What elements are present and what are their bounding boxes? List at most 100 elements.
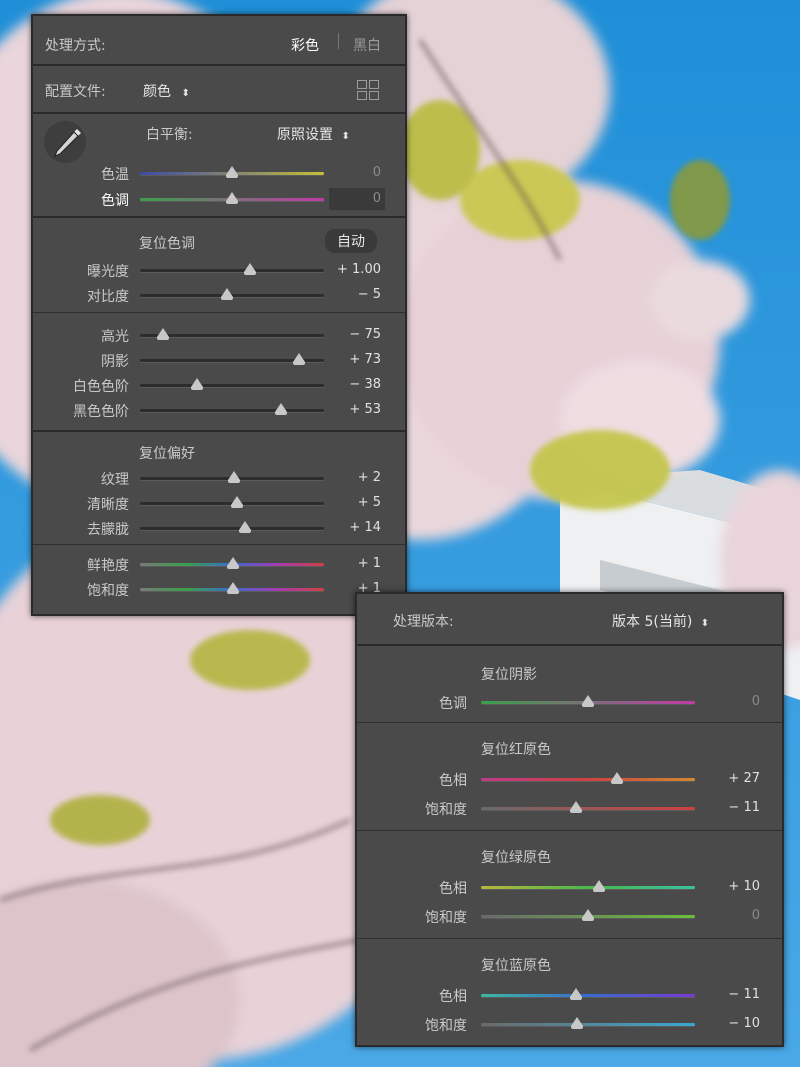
vibrance-section: 鲜艳度 + 1 饱和度 + 1 bbox=[33, 544, 405, 613]
slider-value[interactable]: 0 bbox=[311, 191, 381, 206]
slider-label: 色相 bbox=[439, 881, 467, 897]
slider-value[interactable]: − 75 bbox=[311, 327, 381, 342]
slider-label: 黑色色阶 bbox=[73, 404, 129, 420]
updown-chevron-icon: ⬍ bbox=[341, 131, 350, 142]
slider-track[interactable] bbox=[481, 886, 695, 889]
profile-row: 配置文件: 颜色 ⬍ bbox=[33, 64, 405, 112]
slider-value[interactable]: − 11 bbox=[690, 987, 760, 1002]
slider-value[interactable]: + 5 bbox=[311, 495, 381, 510]
slider-thumb[interactable] bbox=[570, 988, 583, 1000]
profile-value: 颜色 bbox=[143, 84, 171, 100]
slider-value[interactable]: 0 bbox=[311, 165, 381, 180]
auto-tone-button[interactable]: 自动 bbox=[325, 229, 377, 253]
slider-track[interactable] bbox=[481, 778, 695, 781]
reset-tone-header[interactable]: 复位色调 bbox=[139, 233, 195, 253]
slider-value[interactable]: 0 bbox=[690, 694, 760, 709]
slider-value[interactable]: + 27 bbox=[690, 771, 760, 786]
slider-value[interactable]: + 1 bbox=[311, 556, 381, 571]
slider-thumb[interactable] bbox=[227, 471, 240, 483]
slider-thumb[interactable] bbox=[226, 582, 239, 594]
slider-thumb[interactable] bbox=[230, 496, 243, 508]
slider-value[interactable]: + 73 bbox=[311, 352, 381, 367]
slider-thumb[interactable] bbox=[191, 378, 204, 390]
slider-track[interactable] bbox=[140, 409, 324, 412]
treatment-color-option[interactable]: 彩色 bbox=[291, 35, 319, 55]
profile-browser-grid-icon[interactable] bbox=[357, 80, 381, 100]
slider-label: 饱和度 bbox=[425, 910, 467, 926]
slider-label: 色温 bbox=[101, 167, 129, 183]
slider-thumb[interactable] bbox=[582, 695, 594, 707]
slider-thumb[interactable] bbox=[592, 880, 605, 892]
red-primary-section: 复位红原色 色相 + 27 饱和度 − 11 bbox=[357, 722, 782, 831]
treatment-divider bbox=[338, 33, 339, 49]
process-version-dropdown[interactable]: 版本 5(当前) ⬍ bbox=[612, 611, 709, 631]
treatment-row: 处理方式: 彩色 黑白 bbox=[33, 16, 405, 64]
slider-label: 纹理 bbox=[101, 472, 129, 488]
green-primary-section: 复位绿原色 色相 + 10 饱和度 0 bbox=[357, 830, 782, 939]
treatment-bw-option[interactable]: 黑白 bbox=[353, 35, 381, 55]
slider-track[interactable] bbox=[481, 994, 695, 997]
slider-track[interactable] bbox=[481, 807, 695, 810]
white-balance-value: 原照设置 bbox=[277, 127, 333, 143]
slider-label: 饱和度 bbox=[87, 583, 129, 599]
slider-value[interactable]: 0 bbox=[690, 908, 760, 923]
slider-label: 色相 bbox=[439, 773, 467, 789]
slider-track[interactable] bbox=[140, 269, 324, 272]
reset-blue-primary-header[interactable]: 复位蓝原色 bbox=[481, 955, 551, 975]
slider-thumb[interactable] bbox=[293, 353, 306, 365]
slider-label: 色调 bbox=[101, 193, 129, 209]
slider-thumb[interactable] bbox=[238, 521, 251, 533]
slider-label: 高光 bbox=[101, 329, 129, 345]
eyedropper-icon[interactable] bbox=[43, 120, 87, 164]
slider-value[interactable]: + 14 bbox=[311, 520, 381, 535]
slider-thumb[interactable] bbox=[226, 166, 238, 178]
blue-primary-section: 复位蓝原色 色相 − 11 饱和度 − 10 bbox=[357, 938, 782, 1044]
slider-thumb[interactable] bbox=[226, 557, 239, 569]
slider-thumb[interactable] bbox=[610, 772, 623, 784]
slider-thumb[interactable] bbox=[221, 288, 234, 300]
white-balance-label: 白平衡: bbox=[146, 127, 193, 143]
slider-value[interactable]: + 53 bbox=[311, 402, 381, 417]
calibration-panel: 处理版本: 版本 5(当前) ⬍ 复位阴影 色调 0 复位红原色 色相 + 27 饱和… bbox=[355, 592, 784, 1047]
slider-value[interactable]: + 10 bbox=[690, 879, 760, 894]
slider-track[interactable] bbox=[140, 527, 324, 530]
reset-shadows-header[interactable]: 复位阴影 bbox=[481, 664, 537, 684]
slider-thumb[interactable] bbox=[244, 263, 257, 275]
reset-green-primary-header[interactable]: 复位绿原色 bbox=[481, 847, 551, 867]
slider-label: 色调 bbox=[439, 696, 467, 712]
slider-value[interactable]: − 11 bbox=[690, 800, 760, 815]
reset-presence-header[interactable]: 复位偏好 bbox=[139, 443, 195, 463]
slider-value[interactable]: − 38 bbox=[311, 377, 381, 392]
slider-label: 对比度 bbox=[87, 289, 129, 305]
profile-label: 配置文件: bbox=[45, 84, 106, 100]
slider-track[interactable] bbox=[481, 1023, 695, 1026]
shadows-section: 复位阴影 色调 0 bbox=[357, 644, 782, 724]
slider-label: 白色色阶 bbox=[73, 379, 129, 395]
slider-track[interactable] bbox=[140, 384, 324, 387]
slider-label: 饱和度 bbox=[425, 1018, 467, 1034]
white-balance-section: 白平衡: 原照设置 ⬍ 色温 0 色调 0 bbox=[33, 112, 405, 218]
tone-detail-section: 高光 − 75 阴影 + 73 白色色阶 − 38 黑色色阶 + 53 bbox=[33, 312, 405, 431]
profile-dropdown[interactable]: 颜色 ⬍ bbox=[143, 81, 190, 101]
slider-value[interactable]: − 5 bbox=[311, 287, 381, 302]
slider-label: 鲜艳度 bbox=[87, 558, 129, 574]
slider-thumb[interactable] bbox=[570, 801, 583, 813]
reset-red-primary-header[interactable]: 复位红原色 bbox=[481, 739, 551, 759]
slider-thumb[interactable] bbox=[582, 909, 594, 921]
slider-value[interactable]: + 2 bbox=[311, 470, 381, 485]
white-balance-dropdown[interactable]: 原照设置 ⬍ bbox=[277, 124, 350, 144]
slider-thumb[interactable] bbox=[226, 192, 238, 204]
slider-thumb[interactable] bbox=[571, 1017, 584, 1029]
process-version-value: 版本 5(当前) bbox=[612, 614, 693, 630]
slider-label: 饱和度 bbox=[425, 802, 467, 818]
slider-label: 色相 bbox=[439, 989, 467, 1005]
slider-thumb[interactable] bbox=[274, 403, 287, 415]
tone-section: 复位色调 自动 曝光度 + 1.00 对比度 − 5 bbox=[33, 216, 405, 314]
treatment-label: 处理方式: bbox=[45, 38, 106, 54]
slider-label: 阴影 bbox=[101, 354, 129, 370]
slider-thumb[interactable] bbox=[157, 328, 169, 340]
process-row: 处理版本: 版本 5(当前) ⬍ bbox=[357, 594, 782, 644]
slider-value[interactable]: + 1.00 bbox=[311, 262, 381, 277]
slider-value[interactable]: − 10 bbox=[690, 1016, 760, 1031]
slider-label: 清晰度 bbox=[87, 497, 129, 513]
